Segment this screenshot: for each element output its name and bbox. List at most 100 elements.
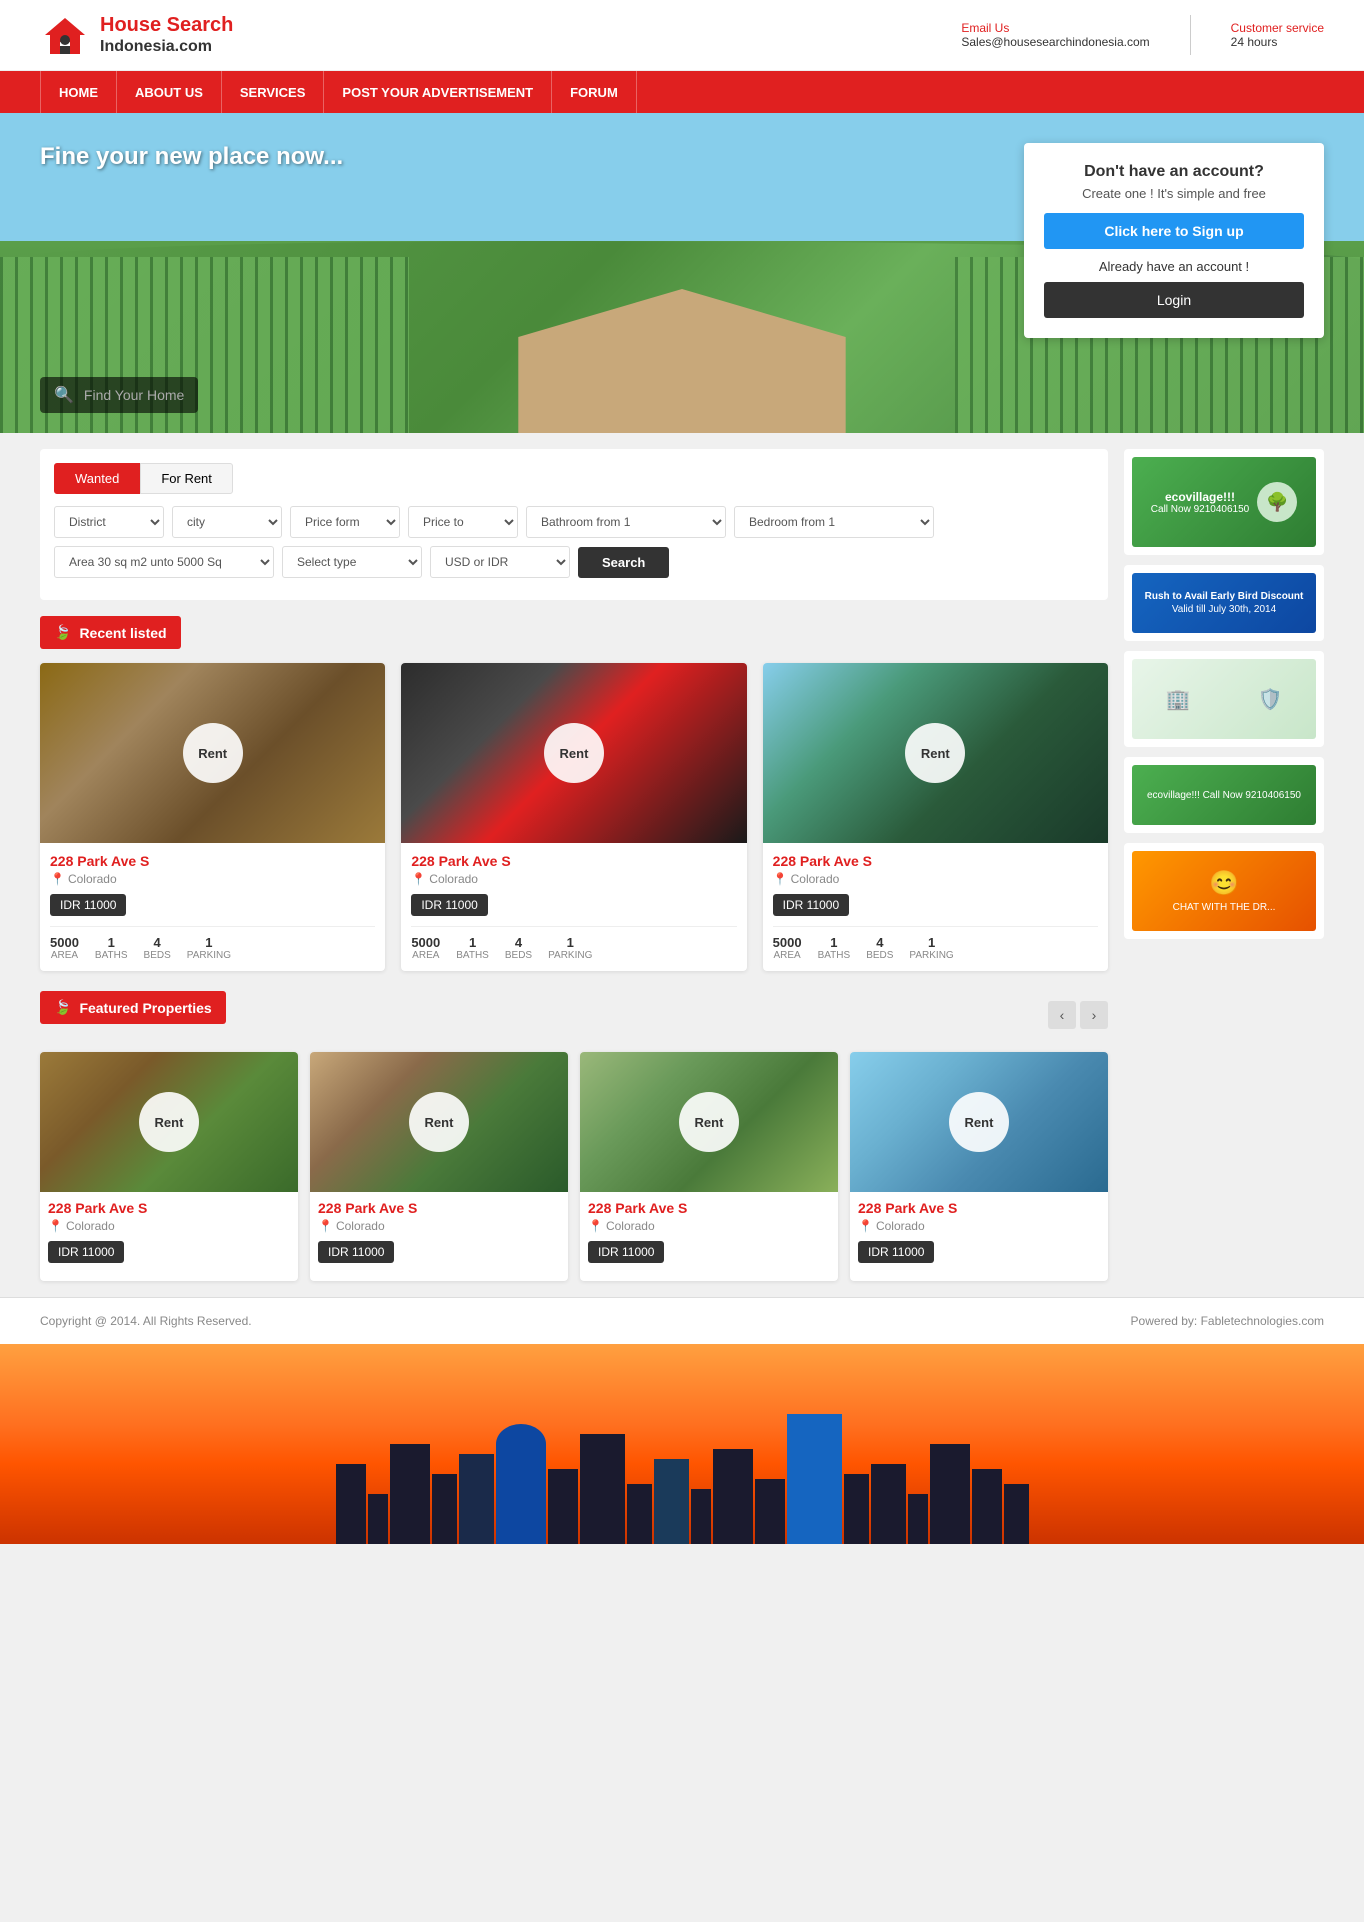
stat-parking: 1 PARKING xyxy=(187,935,231,961)
card-address: 228 Park Ave S xyxy=(858,1200,1100,1216)
featured-section: 🍃 Featured Properties ‹ › Rent 228 Park xyxy=(40,991,1108,1281)
rent-badge: Rent xyxy=(183,723,243,783)
stat-area: 5000 AREA xyxy=(411,935,440,961)
building xyxy=(930,1444,970,1544)
featured-card: Rent 228 Park Ave S 📍 Colorado IDR 11000 xyxy=(580,1052,838,1281)
email-contact: Email Us Sales@housesearchindonesia.com xyxy=(961,21,1149,49)
nav-home[interactable]: HOME xyxy=(40,71,117,113)
prev-arrow[interactable]: ‹ xyxy=(1048,1001,1076,1029)
next-arrow[interactable]: › xyxy=(1080,1001,1108,1029)
search-form: Wanted For Rent District city Price form… xyxy=(40,449,1108,600)
card-image: Rent xyxy=(40,663,385,843)
property-card: Rent 228 Park Ave S 📍 Colorado IDR 11000… xyxy=(40,663,385,971)
building xyxy=(459,1454,494,1544)
card-address: 228 Park Ave S xyxy=(50,853,375,869)
building xyxy=(627,1484,652,1544)
search-row-2: Area 30 sq m2 unto 5000 Sq Select type U… xyxy=(54,546,1094,578)
card-body: 228 Park Ave S 📍 Colorado IDR 11000 5000… xyxy=(401,843,746,971)
featured-card-body: 228 Park Ave S 📍 Colorado IDR 11000 xyxy=(580,1192,838,1281)
recent-header: 🍃 Recent listed xyxy=(40,616,181,649)
footer: Copyright @ 2014. All Rights Reserved. P… xyxy=(0,1297,1364,1344)
featured-card-image: Rent xyxy=(310,1052,568,1192)
nav-forum[interactable]: FORUM xyxy=(552,71,637,113)
sidebar: ecovillage!!! Call Now 9210406150 🌳 Rush… xyxy=(1124,449,1324,1281)
stat-beds: 4 BEDS xyxy=(505,935,532,961)
featured-card: Rent 228 Park Ave S 📍 Colorado IDR 11000 xyxy=(310,1052,568,1281)
building xyxy=(691,1489,711,1544)
card-stats: 5000 AREA 1 BATHS 4 BEDS xyxy=(773,926,1098,961)
sidebar-ad-4[interactable]: ecovillage!!! Call Now 9210406150 xyxy=(1124,757,1324,833)
featured-header: 🍃 Featured Properties xyxy=(40,991,226,1024)
search-placeholder-text: Find Your Home xyxy=(84,387,184,403)
sidebar-ad-5[interactable]: 😊 CHAT WITH THE DR... xyxy=(1124,843,1324,939)
building xyxy=(1004,1484,1029,1544)
currency-select[interactable]: USD or IDR xyxy=(430,546,570,578)
building xyxy=(871,1464,906,1544)
header: House Search Indonesia.com Email Us Sale… xyxy=(0,0,1364,71)
card-location: 📍 Colorado xyxy=(411,872,736,886)
nav-post-ad[interactable]: POST YOUR ADVERTISEMENT xyxy=(324,71,552,113)
price-from-select[interactable]: Price form xyxy=(290,506,400,538)
logo-icon xyxy=(40,10,90,60)
area-select[interactable]: Area 30 sq m2 unto 5000 Sq xyxy=(54,546,274,578)
featured-header-row: 🍃 Featured Properties ‹ › xyxy=(40,991,1108,1038)
type-select[interactable]: Select type xyxy=(282,546,422,578)
building xyxy=(755,1479,785,1544)
card-address: 228 Park Ave S xyxy=(318,1200,560,1216)
district-select[interactable]: District xyxy=(54,506,164,538)
city-select[interactable]: city xyxy=(172,506,282,538)
stat-parking: 1 PARKING xyxy=(548,935,592,961)
pin-icon: 📍 xyxy=(411,872,426,886)
building xyxy=(787,1414,842,1544)
bathroom-select[interactable]: Bathroom from 1 xyxy=(526,506,726,538)
pin-icon: 📍 xyxy=(48,1219,63,1233)
hero-house-shape xyxy=(477,273,886,433)
stat-area: 5000 AREA xyxy=(773,935,802,961)
login-button[interactable]: Login xyxy=(1044,282,1304,318)
nav-about[interactable]: ABOUT US xyxy=(117,71,222,113)
featured-card-body: 228 Park Ave S 📍 Colorado IDR 11000 xyxy=(40,1192,298,1281)
card-image: Rent xyxy=(763,663,1108,843)
hero-section: Fine your new place now... Don't have an… xyxy=(0,113,1364,433)
signup-button[interactable]: Click here to Sign up xyxy=(1044,213,1304,249)
rent-badge: Rent xyxy=(139,1092,199,1152)
header-contact: Email Us Sales@housesearchindonesia.com … xyxy=(961,15,1324,55)
stat-beds: 4 BEDS xyxy=(866,935,893,961)
property-card: Rent 228 Park Ave S 📍 Colorado IDR 11000… xyxy=(401,663,746,971)
card-stats: 5000 AREA 1 BATHS 4 BEDS xyxy=(50,926,375,961)
hero-search-bar[interactable]: 🔍 Find Your Home xyxy=(40,377,198,413)
card-location: 📍 Colorado xyxy=(50,872,375,886)
ad-image-2: Rush to Avail Early Bird Discount Valid … xyxy=(1132,573,1316,633)
sidebar-ad-1[interactable]: ecovillage!!! Call Now 9210406150 🌳 xyxy=(1124,449,1324,555)
tab-for-rent[interactable]: For Rent xyxy=(140,463,233,494)
rent-badge: Rent xyxy=(905,723,965,783)
tab-wanted[interactable]: Wanted xyxy=(54,463,140,494)
price-to-select[interactable]: Price to xyxy=(408,506,518,538)
search-row-1: District city Price form Price to Bathro… xyxy=(54,506,1094,538)
hero-tagline: Fine your new place now... xyxy=(40,143,343,171)
card-location: 📍 Colorado xyxy=(858,1219,1100,1233)
main-content: Wanted For Rent District city Price form… xyxy=(40,449,1108,1281)
ad-image-1: ecovillage!!! Call Now 9210406150 🌳 xyxy=(1132,457,1316,547)
featured-card: Rent 228 Park Ave S 📍 Colorado IDR 11000 xyxy=(850,1052,1108,1281)
sidebar-ad-3[interactable]: 🏢 🛡️ xyxy=(1124,651,1324,747)
logo-house-search: House Search xyxy=(100,13,233,37)
nav-services[interactable]: SERVICES xyxy=(222,71,325,113)
card-stats: 5000 AREA 1 BATHS 4 BEDS xyxy=(411,926,736,961)
card-price: IDR 11000 xyxy=(858,1241,934,1263)
search-tabs: Wanted For Rent xyxy=(54,463,1094,494)
building xyxy=(972,1469,1002,1544)
featured-card-body: 228 Park Ave S 📍 Colorado IDR 11000 xyxy=(850,1192,1108,1281)
card-location: 📍 Colorado xyxy=(318,1219,560,1233)
bedroom-select[interactable]: Bedroom from 1 xyxy=(734,506,934,538)
featured-icon: 🍃 xyxy=(54,999,71,1016)
email-label: Email Us xyxy=(961,21,1149,35)
card-address: 228 Park Ave S xyxy=(411,853,736,869)
building xyxy=(844,1474,869,1544)
card-price: IDR 11000 xyxy=(318,1241,394,1263)
search-button[interactable]: Search xyxy=(578,547,669,578)
featured-card: Rent 228 Park Ave S 📍 Colorado IDR 11000 xyxy=(40,1052,298,1281)
featured-card-image: Rent xyxy=(580,1052,838,1192)
sidebar-ad-2[interactable]: Rush to Avail Early Bird Discount Valid … xyxy=(1124,565,1324,641)
rent-badge: Rent xyxy=(544,723,604,783)
